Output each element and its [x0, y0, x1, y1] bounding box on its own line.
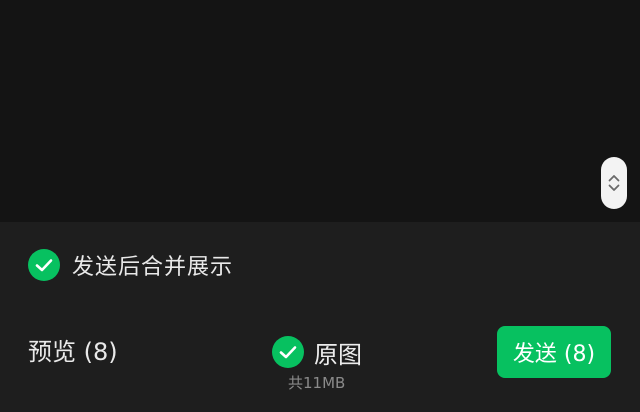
merge-display-option[interactable]: 发送后合并展示 [28, 249, 233, 281]
check-icon[interactable] [28, 249, 60, 281]
check-icon[interactable] [272, 336, 304, 368]
image-preview-area[interactable] [0, 0, 640, 222]
chevron-up-icon [608, 175, 620, 182]
preview-button[interactable]: 预览 (8) [28, 336, 118, 368]
total-size-label: 共11MB [288, 374, 346, 392]
chevron-down-icon [608, 184, 620, 191]
merge-display-label: 发送后合并展示 [72, 255, 234, 280]
original-image-toggle[interactable]: 原图 共11MB [272, 336, 392, 392]
send-button[interactable]: 发送 (8) [497, 326, 611, 378]
original-image-label: 原图 [314, 340, 362, 369]
image-send-screen: 发送后合并展示 预览 (8) 原图 共11MB 发送 (8) [0, 0, 640, 412]
scroll-handle[interactable] [601, 157, 627, 209]
